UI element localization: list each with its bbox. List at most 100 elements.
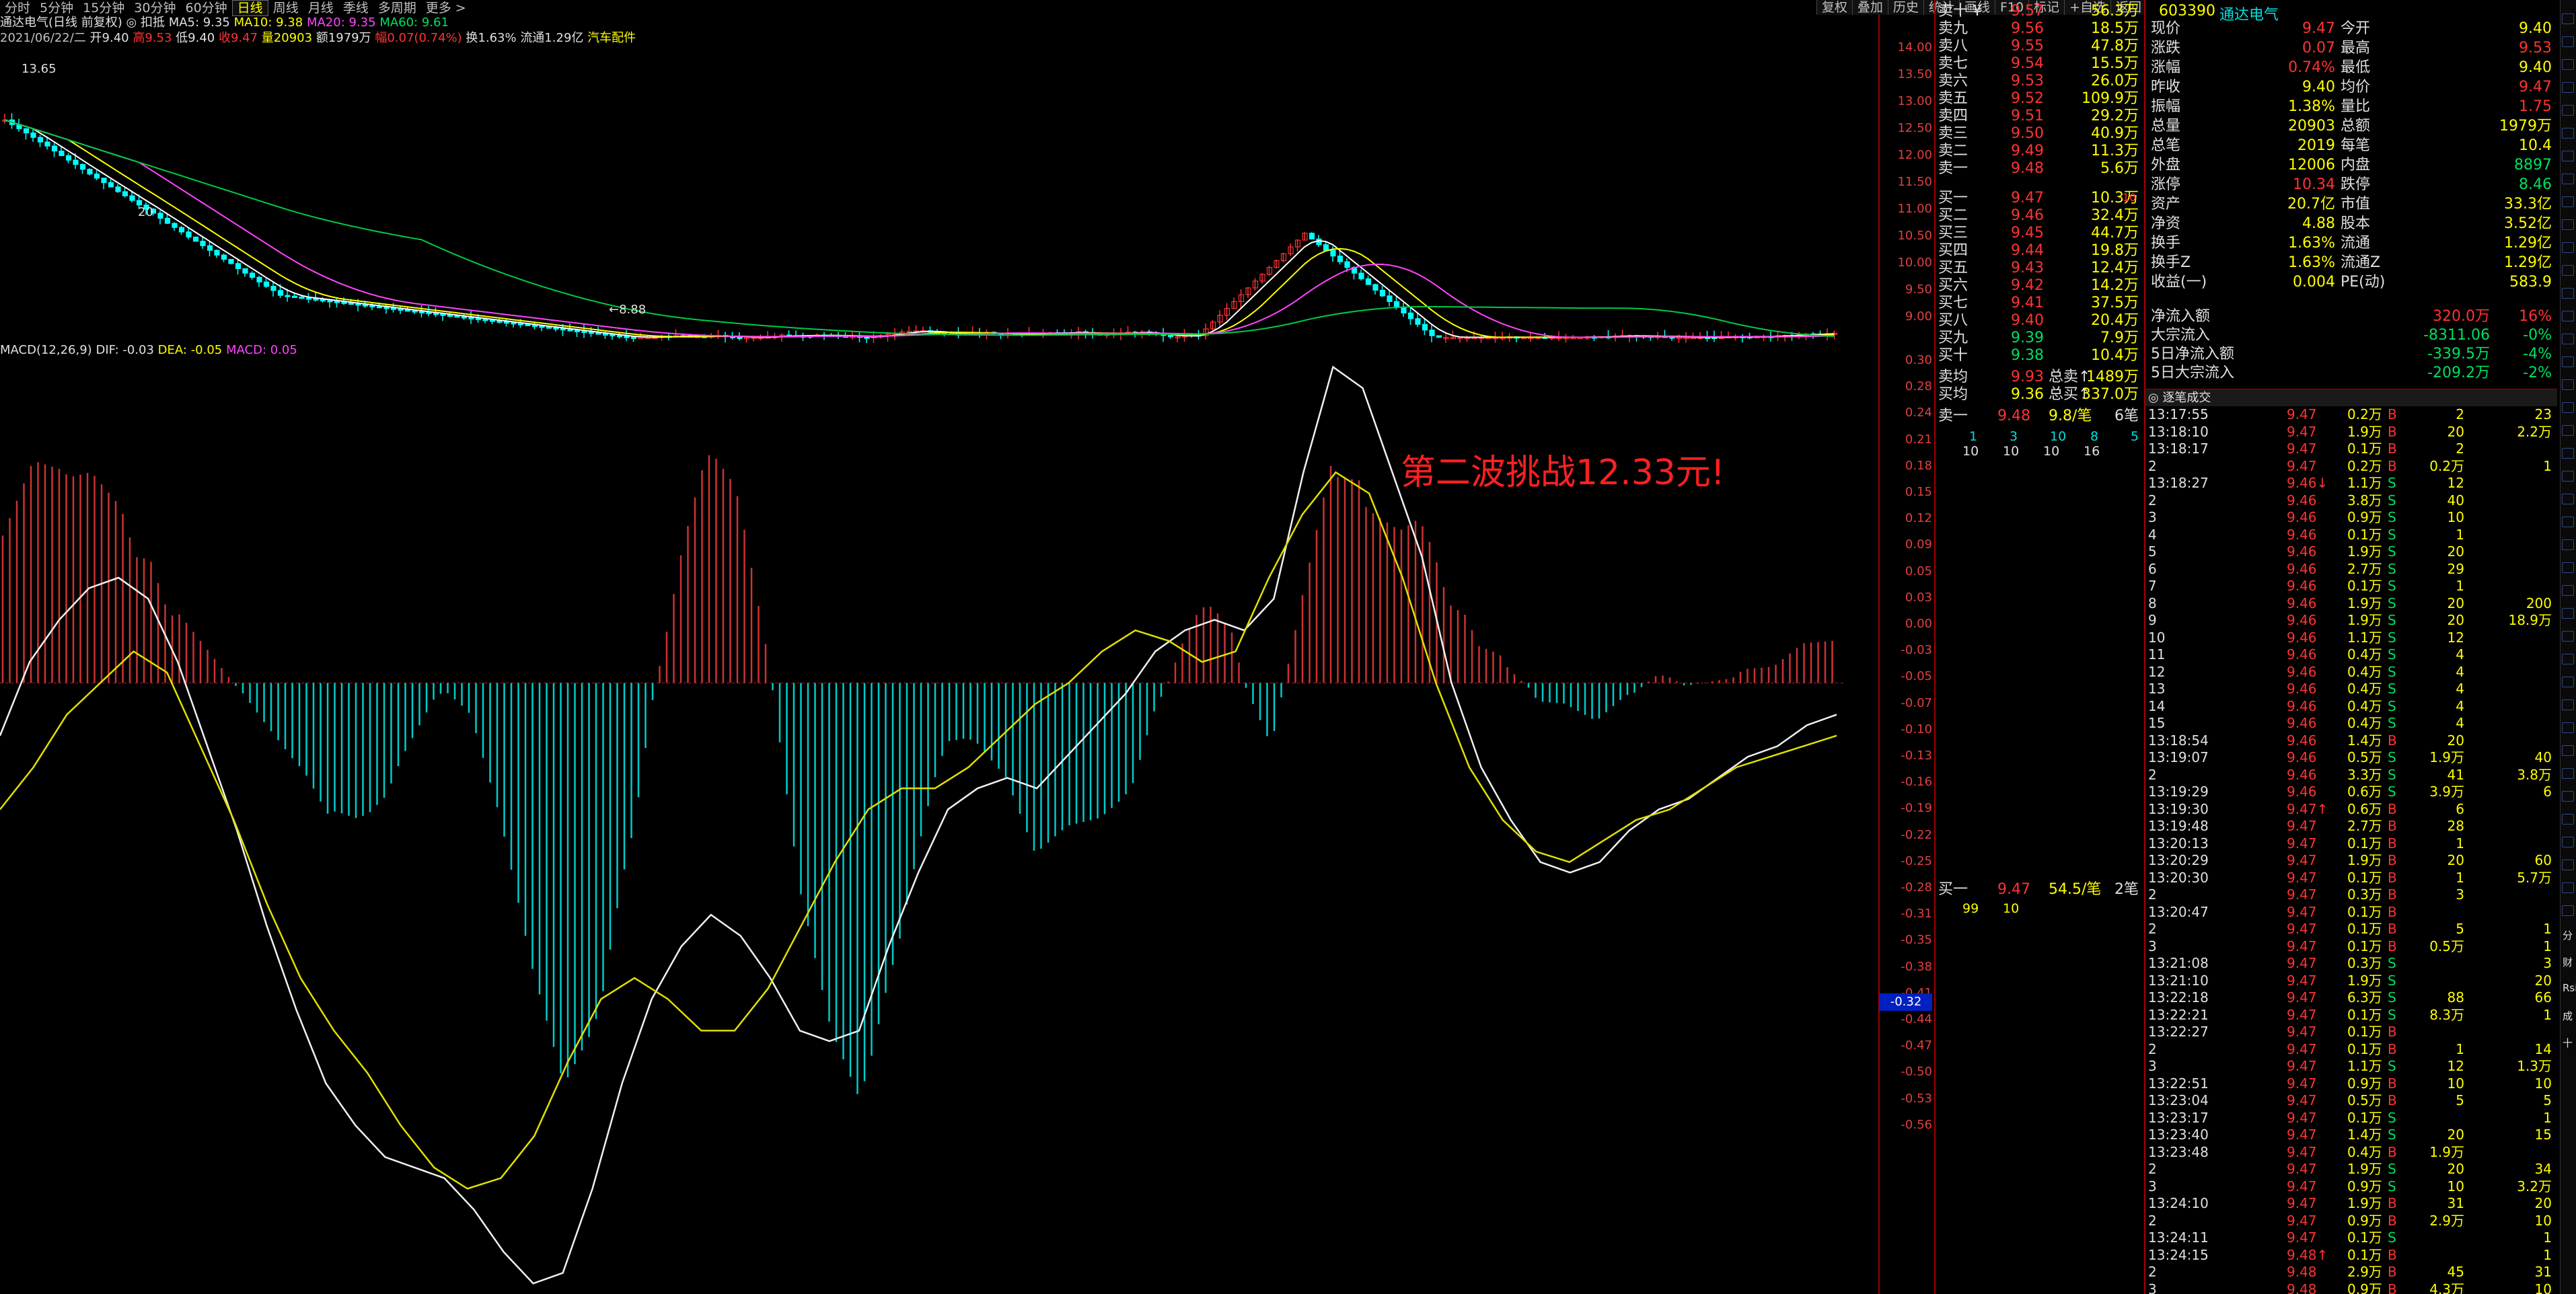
bid-row[interactable]: 买九 9.39 7.9万 bbox=[1936, 330, 2144, 347]
tool-icon[interactable] bbox=[2562, 59, 2574, 70]
period-tab[interactable]: 更多 > bbox=[421, 1, 471, 15]
ask-row[interactable]: 卖八 9.55 47.8万 bbox=[1936, 38, 2144, 55]
tool-icon[interactable] bbox=[2562, 425, 2574, 436]
queue-label: 卖一 bbox=[1938, 408, 1968, 424]
tool-icon[interactable] bbox=[2562, 791, 2574, 802]
toolbar-button[interactable]: 复权 bbox=[1816, 0, 1852, 15]
tool-icon[interactable] bbox=[2562, 608, 2574, 619]
tool-icon[interactable] bbox=[2562, 814, 2574, 825]
kline-chart[interactable] bbox=[0, 47, 1843, 343]
tick-side: S bbox=[2388, 697, 2396, 714]
tool-icon[interactable] bbox=[2562, 768, 2574, 779]
candle bbox=[101, 178, 107, 184]
tool-label[interactable]: 财 bbox=[2563, 955, 2573, 969]
tool-icon[interactable] bbox=[2562, 265, 2574, 276]
tool-icon[interactable] bbox=[2562, 196, 2574, 207]
tool-icon[interactable] bbox=[2562, 562, 2574, 573]
tool-icon[interactable] bbox=[2562, 745, 2574, 756]
tool-icon[interactable] bbox=[2562, 699, 2574, 710]
tool-label[interactable]: 十 bbox=[2563, 1036, 2573, 1050]
tick-price: 9.47 bbox=[2287, 818, 2317, 834]
tool-label[interactable]: 成 bbox=[2563, 1009, 2573, 1023]
period-tab[interactable]: 周线 bbox=[268, 1, 303, 15]
toolbar-button[interactable]: 叠加 bbox=[1851, 0, 1888, 15]
ask-row[interactable]: 卖五 9.52 109.9万 bbox=[1936, 90, 2144, 108]
tool-icon[interactable] bbox=[2562, 379, 2574, 390]
ask-row[interactable]: 卖三 9.50 40.9万 bbox=[1936, 125, 2144, 143]
tool-icon[interactable] bbox=[2562, 151, 2574, 161]
bid-row[interactable]: 买二 9.46 32.4万 bbox=[1936, 207, 2144, 225]
tool-icon[interactable] bbox=[2562, 174, 2574, 184]
tool-icon[interactable] bbox=[2562, 517, 2574, 527]
tool-icon[interactable] bbox=[2562, 242, 2574, 253]
bid-row[interactable]: 买八 9.40 20.4万 bbox=[1936, 312, 2144, 330]
bid-row[interactable]: 买六 9.42 14.2万 bbox=[1936, 277, 2144, 295]
tool-label[interactable]: 分 bbox=[2563, 928, 2573, 942]
tool-icon[interactable] bbox=[2562, 402, 2574, 413]
tool-icon[interactable] bbox=[2562, 837, 2574, 847]
tool-icon[interactable] bbox=[2562, 105, 2574, 116]
bid-row[interactable]: 买七 9.41 37.5万 bbox=[1936, 295, 2144, 312]
period-tab[interactable]: 月线 bbox=[303, 1, 338, 15]
tool-icon[interactable] bbox=[2562, 334, 2574, 344]
tick-row: 12 9.46 0.4万 S 4 bbox=[2145, 664, 2557, 681]
tool-icon[interactable] bbox=[2562, 677, 2574, 687]
tick-side: S bbox=[2388, 1161, 2396, 1177]
tool-icon[interactable] bbox=[2562, 356, 2574, 367]
tool-icon[interactable] bbox=[2562, 288, 2574, 299]
period-tab[interactable]: 60分钟 bbox=[180, 1, 231, 15]
tool-icon[interactable] bbox=[2562, 128, 2574, 139]
ask-row[interactable]: 卖十 ¥ 9.57 56.3万 bbox=[1936, 3, 2144, 20]
tool-icon[interactable] bbox=[2562, 494, 2574, 504]
period-tab[interactable]: 季线 bbox=[338, 1, 373, 15]
period-tab[interactable]: 分时 bbox=[0, 1, 35, 15]
tick-extra: 1.3万 bbox=[2517, 1058, 2552, 1074]
bid-row[interactable]: 买三 9.45 44.7万 bbox=[1936, 225, 2144, 242]
tool-icon[interactable] bbox=[2562, 631, 2574, 642]
tool-icon[interactable] bbox=[2562, 905, 2574, 916]
ticks-header[interactable]: ◎ 逐笔成交 bbox=[2145, 389, 2557, 406]
bid-row[interactable]: 买五 9.43 12.4万 bbox=[1936, 260, 2144, 277]
tool-icon[interactable] bbox=[2562, 585, 2574, 596]
ask-volume: 26.0万 bbox=[2091, 73, 2139, 89]
period-tab[interactable]: 5分钟 bbox=[35, 1, 78, 15]
tool-icon[interactable] bbox=[2562, 471, 2574, 482]
ask-row[interactable]: 卖二 9.49 11.3万 bbox=[1936, 143, 2144, 160]
ask-row[interactable]: 卖七 9.54 15.5万 bbox=[1936, 55, 2144, 73]
period-tab[interactable]: 15分钟 bbox=[78, 1, 129, 15]
ask-row[interactable]: 卖一 9.48 5.6万 bbox=[1936, 160, 2144, 178]
deduct-label[interactable]: ◎ 扣抵 bbox=[126, 15, 165, 30]
tool-icon[interactable] bbox=[2562, 311, 2574, 321]
tool-icon[interactable] bbox=[2562, 860, 2574, 870]
tool-icon[interactable] bbox=[2562, 13, 2574, 24]
ask-row[interactable]: 卖九 9.56 18.5万 bbox=[1936, 20, 2144, 38]
bid-row[interactable]: 买一 9.47 10.3万 bbox=[1936, 190, 2144, 207]
tool-icon[interactable] bbox=[2562, 36, 2574, 47]
price-tick: 10.00 bbox=[1897, 256, 1932, 270]
tool-icon[interactable] bbox=[2562, 448, 2574, 459]
toolbar-button[interactable]: 历史 bbox=[1887, 0, 1923, 15]
tool-icon[interactable] bbox=[2562, 82, 2574, 93]
tool-icon[interactable] bbox=[2562, 219, 2574, 230]
tool-icon[interactable] bbox=[2562, 654, 2574, 664]
period-tab[interactable]: 30分钟 bbox=[129, 1, 180, 15]
macd-chart[interactable] bbox=[0, 356, 1843, 1294]
tool-icon[interactable] bbox=[2562, 882, 2574, 893]
tick-volume: 0.1万 bbox=[2347, 441, 2382, 457]
tick-count: 88 bbox=[2447, 989, 2464, 1005]
tool-icon[interactable] bbox=[2562, 539, 2574, 550]
tool-icon[interactable] bbox=[2562, 722, 2574, 733]
tick-side: B bbox=[2388, 1212, 2397, 1229]
ask-row[interactable]: 卖六 9.53 26.0万 bbox=[1936, 73, 2144, 90]
period-tab[interactable]: 日线 bbox=[231, 0, 268, 16]
bid-row[interactable]: 买十 9.38 10.4万 bbox=[1936, 347, 2144, 365]
period-tab[interactable]: 多周期 bbox=[373, 1, 421, 15]
tick-volume: 0.2万 bbox=[2347, 457, 2382, 474]
info-sector[interactable]: 汽车配件 bbox=[587, 31, 636, 45]
bid-label: 买七 bbox=[1938, 295, 1968, 311]
ask-row[interactable]: 卖四 9.51 29.2万 bbox=[1936, 108, 2144, 125]
bid-row[interactable]: 买四 9.44 19.8万 bbox=[1936, 242, 2144, 260]
tick-side: S bbox=[2388, 972, 2396, 989]
tool-label[interactable]: Rsi bbox=[2563, 982, 2576, 994]
candle bbox=[560, 328, 566, 331]
